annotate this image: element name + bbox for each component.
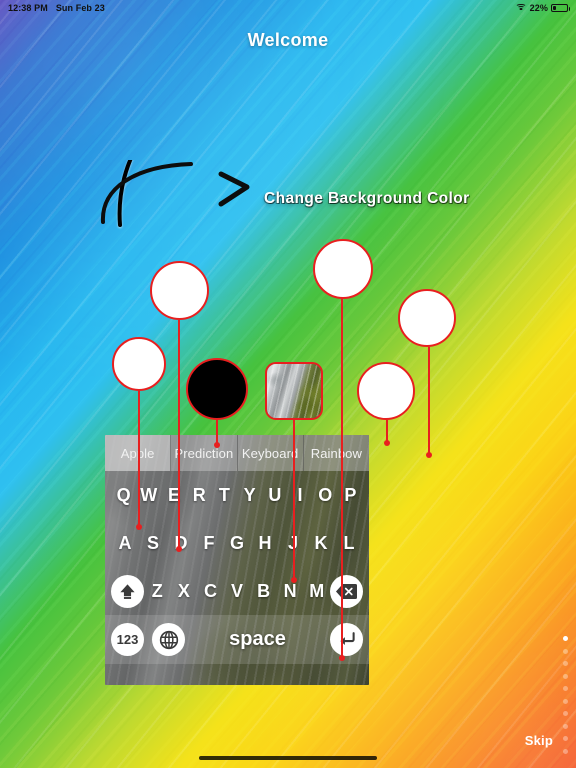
key-b[interactable]: B (250, 581, 277, 602)
globe-icon[interactable] (152, 623, 185, 656)
keyboard-panel: ApplePredictionKeyboardRainbow QWERTYUIO… (105, 435, 369, 685)
key-o[interactable]: O (313, 485, 338, 506)
space-key[interactable]: space (185, 628, 330, 651)
waterfall-thumbnail-image (267, 364, 321, 418)
page-indicator-dots[interactable] (563, 636, 568, 754)
keyboard-row-4: 123 space (105, 615, 369, 664)
key-m[interactable]: M (303, 581, 330, 602)
skip-button[interactable]: Skip (525, 733, 553, 748)
callout-thumbnail[interactable] (265, 362, 323, 420)
page-dot[interactable] (563, 711, 568, 716)
status-date: Sun Feb 23 (55, 3, 105, 13)
tab-rainbow[interactable]: Rainbow (304, 435, 369, 471)
key-u[interactable]: U (262, 485, 287, 506)
callout-white-4[interactable] (357, 362, 415, 420)
page-dot[interactable] (563, 661, 568, 666)
key-t[interactable]: T (212, 485, 237, 506)
status-bar-left: 12:38 PM Sun Feb 23 (0, 3, 105, 13)
key-e[interactable]: E (161, 485, 186, 506)
return-enter-icon[interactable] (330, 623, 363, 656)
keyboard-row-1: QWERTYUIOP (105, 471, 369, 519)
key-z[interactable]: Z (144, 581, 171, 602)
battery-icon (551, 4, 570, 12)
page-dot[interactable] (563, 636, 568, 641)
callout-white-5-stem (426, 347, 432, 458)
page-dot[interactable] (563, 673, 568, 679)
backspace-delete-icon[interactable] (330, 574, 363, 608)
wifi-icon (515, 3, 527, 13)
key-f[interactable]: F (195, 533, 223, 554)
callout-white-1-stem (136, 391, 142, 530)
callout-thumbnail-stem (291, 420, 297, 583)
page-dot[interactable] (563, 686, 568, 691)
page-dot[interactable] (563, 748, 568, 754)
key-s[interactable]: S (139, 533, 167, 554)
page-dot[interactable] (563, 723, 568, 729)
key-q[interactable]: Q (111, 485, 136, 506)
key-c[interactable]: C (197, 581, 224, 602)
key-v[interactable]: V (224, 581, 251, 602)
tab-prediction[interactable]: Prediction (171, 435, 238, 471)
page-dot[interactable] (563, 648, 568, 654)
key-x[interactable]: X (171, 581, 198, 602)
callout-white-1[interactable] (112, 337, 166, 391)
key-h[interactable]: H (251, 533, 279, 554)
curved-arrow-icon (100, 160, 250, 227)
status-bar-right: 22% (515, 3, 576, 13)
key-y[interactable]: Y (237, 485, 262, 506)
callout-white-2-stem (176, 320, 182, 552)
keyboard-tab-bar: ApplePredictionKeyboardRainbow (105, 435, 369, 471)
callout-black-stem (214, 420, 220, 448)
callout-white-5[interactable] (398, 289, 456, 347)
callout-white-3-stem (339, 299, 345, 661)
callout-white-2[interactable] (150, 261, 209, 320)
key-n[interactable]: N (277, 581, 304, 602)
annotation-label: Change Background Color (264, 190, 470, 207)
key-l[interactable]: L (335, 533, 363, 554)
page-title: Welcome (247, 30, 329, 50)
status-bar: 12:38 PM Sun Feb 23 22% (0, 0, 576, 16)
keyboard-keys: QWERTYUIOP ASDFGHJKL ZXCVBNM 123 (105, 471, 369, 685)
key-r[interactable]: R (187, 485, 212, 506)
callout-white-3[interactable] (313, 239, 373, 299)
key-g[interactable]: G (223, 533, 251, 554)
key-a[interactable]: A (111, 533, 139, 554)
key-k[interactable]: K (307, 533, 335, 554)
key-i[interactable]: I (287, 485, 312, 506)
page-dot[interactable] (563, 736, 568, 741)
shift-up-arrow-icon[interactable] (111, 574, 144, 608)
numbers-key[interactable]: 123 (111, 623, 144, 656)
battery-percent-label: 22% (529, 3, 548, 13)
callout-black[interactable] (186, 358, 248, 420)
keyboard-row-3: ZXCVBNM (105, 567, 369, 615)
page-dot[interactable] (563, 698, 568, 704)
status-time: 12:38 PM (8, 3, 48, 13)
home-indicator (199, 756, 377, 760)
callout-white-4-stem (384, 420, 390, 446)
keyboard-row-2: ASDFGHJKL (105, 519, 369, 567)
